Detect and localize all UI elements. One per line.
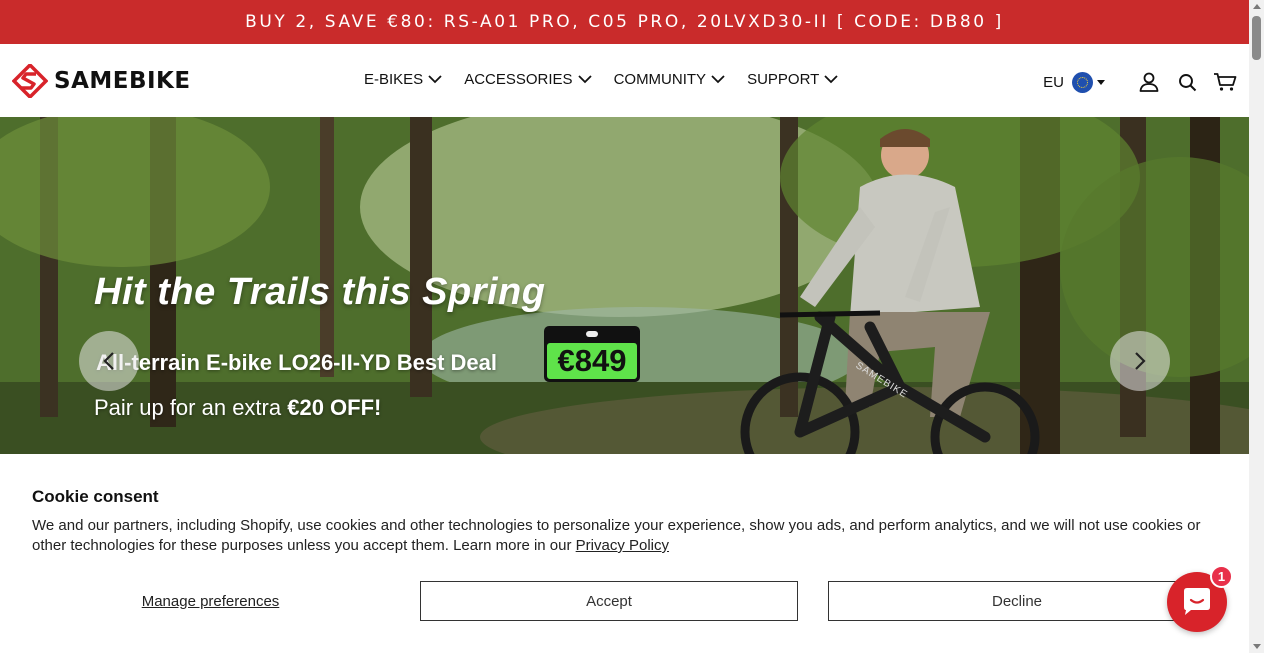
manage-preferences-button[interactable]: Manage preferences: [12, 581, 409, 621]
header-actions: EU: [1043, 70, 1237, 94]
carousel-next-button[interactable]: [1110, 331, 1170, 391]
region-label: EU: [1043, 73, 1064, 91]
nav-label: E-BIKES: [364, 71, 424, 88]
chevron-down-icon: [428, 75, 442, 84]
caret-down-icon: [1097, 79, 1105, 85]
chevron-right-icon: [1135, 352, 1146, 370]
cookie-title: Cookie consent: [32, 487, 159, 506]
chevron-left-icon: [103, 352, 114, 370]
logo[interactable]: SAMEBIKE: [12, 64, 191, 98]
site-header: SAMEBIKE E-BIKES ACCESSORIES COMMUNITY S…: [0, 44, 1249, 117]
nav-label: COMMUNITY: [613, 71, 707, 88]
main-nav: E-BIKES ACCESSORIES COMMUNITY SUPPORT: [364, 71, 860, 88]
cart-button[interactable]: [1213, 70, 1237, 94]
cart-icon: [1214, 73, 1237, 91]
decline-button[interactable]: Decline: [828, 581, 1206, 621]
hero-subtitle: All-terrain E-bike LO26-II-YD Best Deal: [96, 350, 497, 375]
chevron-down-icon: [711, 75, 725, 84]
hero-banner[interactable]: SAMEBIKE Hit the Trails this Spring All-…: [0, 117, 1249, 454]
hero-offer: Pair up for an extra €20 OFF!: [94, 395, 381, 421]
nav-accessories[interactable]: ACCESSORIES: [464, 71, 592, 88]
accept-button[interactable]: Accept: [420, 581, 798, 621]
account-icon: [1139, 72, 1159, 92]
nav-ebikes[interactable]: E-BIKES: [364, 71, 442, 88]
nav-label: ACCESSORIES: [464, 71, 573, 88]
carousel-prev-button[interactable]: [79, 331, 139, 391]
announcement-bar[interactable]: BUY 2, SAVE €80: RS-A01 PRO, C05 PRO, 20…: [0, 0, 1249, 44]
price-tag: €849: [544, 326, 640, 382]
scroll-down-arrow-icon[interactable]: [1253, 644, 1261, 649]
hero-title: Hit the Trails this Spring: [94, 271, 546, 313]
chevron-down-icon: [824, 75, 838, 84]
chat-bubble-icon: [1184, 588, 1210, 615]
chevron-down-icon: [577, 75, 592, 84]
nav-support[interactable]: SUPPORT: [747, 71, 838, 88]
cookie-consent-banner: Cookie consent We and our partners, incl…: [0, 454, 1249, 653]
privacy-policy-link[interactable]: Privacy Policy: [576, 537, 669, 554]
announcement-text: BUY 2, SAVE €80: RS-A01 PRO, C05 PRO, 20…: [245, 12, 1004, 32]
search-icon: [1178, 73, 1196, 91]
eu-flag-icon: [1072, 71, 1093, 93]
scroll-thumb[interactable]: [1252, 16, 1261, 60]
samebike-logo-icon: [12, 64, 48, 98]
hero-offer-text: Pair up for an extra: [94, 395, 288, 420]
chat-notification-badge: 1: [1210, 565, 1233, 588]
nav-community[interactable]: COMMUNITY: [614, 71, 726, 88]
account-button[interactable]: [1137, 70, 1161, 94]
logo-text: SAMEBIKE: [54, 68, 191, 94]
nav-label: SUPPORT: [747, 71, 820, 88]
cookie-description: We and our partners, including Shopify, …: [32, 516, 1212, 556]
scroll-up-arrow-icon[interactable]: [1253, 4, 1261, 9]
hero-offer-amount: €20 OFF!: [287, 395, 382, 420]
price-value: €849: [547, 343, 637, 379]
search-button[interactable]: [1175, 70, 1199, 94]
region-selector[interactable]: EU: [1043, 71, 1105, 93]
tag-hole: [586, 331, 598, 337]
page-scrollbar[interactable]: [1249, 0, 1264, 653]
